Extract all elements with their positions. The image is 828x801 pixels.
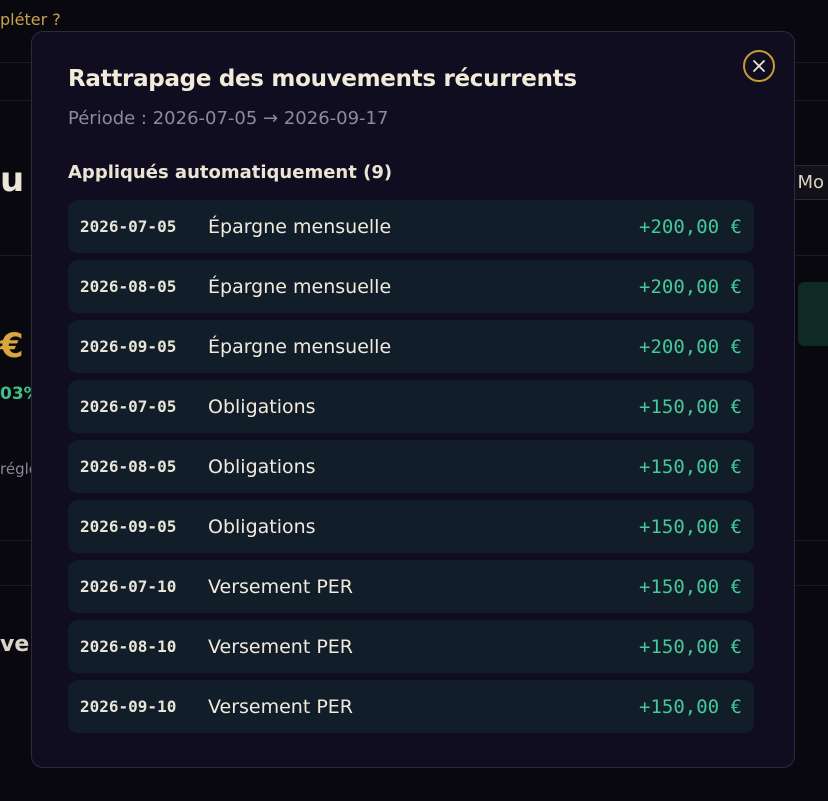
movement-date: 2026-07-05 [80, 397, 177, 416]
movement-amount: +200,00 € [639, 215, 742, 238]
movement-label: Épargne mensuelle [208, 275, 392, 298]
list-item: 2026-07-10 Versement PER +150,00 € [68, 560, 754, 613]
movement-date: 2026-08-05 [80, 277, 177, 296]
movement-date: 2026-08-10 [80, 637, 177, 656]
movement-date: 2026-07-10 [80, 577, 177, 596]
list-item: 2026-08-10 Versement PER +150,00 € [68, 620, 754, 673]
section-title-applied: Appliqués automatiquement (9) [68, 162, 393, 183]
movement-label: Obligations [208, 455, 316, 478]
list-item: 2026-09-10 Versement PER +150,00 € [68, 680, 754, 733]
movement-date: 2026-08-05 [80, 457, 177, 476]
background-trend-card [798, 282, 828, 346]
movement-amount: +200,00 € [639, 275, 742, 298]
movement-date: 2026-09-05 [80, 517, 177, 536]
movement-date: 2026-09-05 [80, 337, 177, 356]
background-hint-text: pléter ? [0, 10, 61, 29]
modal-title: Rattrapage des mouvements récurrents [68, 66, 577, 92]
movement-label: Versement PER [208, 575, 354, 598]
recurring-catchup-modal: Rattrapage des mouvements récurrents Pér… [31, 31, 795, 768]
list-item: 2026-08-05 Obligations +150,00 € [68, 440, 754, 493]
movement-date: 2026-09-10 [80, 697, 177, 716]
list-item: 2026-08-05 Épargne mensuelle +200,00 € [68, 260, 754, 313]
movement-amount: +200,00 € [639, 335, 742, 358]
movement-label: Versement PER [208, 695, 354, 718]
background-heading: u [0, 160, 25, 200]
movement-amount: +150,00 € [639, 455, 742, 478]
background-amount: € [0, 326, 24, 366]
list-item: 2026-09-05 Épargne mensuelle +200,00 € [68, 320, 754, 373]
movement-label: Obligations [208, 395, 316, 418]
applied-movements-list: 2026-07-05 Épargne mensuelle +200,00 € 2… [68, 200, 754, 740]
movement-label: Versement PER [208, 635, 354, 658]
movement-amount: +150,00 € [639, 575, 742, 598]
movement-label: Épargne mensuelle [208, 215, 392, 238]
period-range: Période : 2026-07-05 → 2026-09-17 [68, 108, 389, 129]
list-item: 2026-07-05 Obligations +150,00 € [68, 380, 754, 433]
movement-label: Obligations [208, 515, 316, 538]
movement-label: Épargne mensuelle [208, 335, 392, 358]
movement-amount: +150,00 € [639, 395, 742, 418]
movement-date: 2026-07-05 [80, 217, 177, 236]
movement-amount: +150,00 € [639, 515, 742, 538]
close-button[interactable] [743, 50, 775, 82]
movement-amount: +150,00 € [639, 695, 742, 718]
close-icon [753, 60, 765, 72]
movement-amount: +150,00 € [639, 635, 742, 658]
list-item: 2026-09-05 Obligations +150,00 € [68, 500, 754, 553]
list-item: 2026-07-05 Épargne mensuelle +200,00 € [68, 200, 754, 253]
